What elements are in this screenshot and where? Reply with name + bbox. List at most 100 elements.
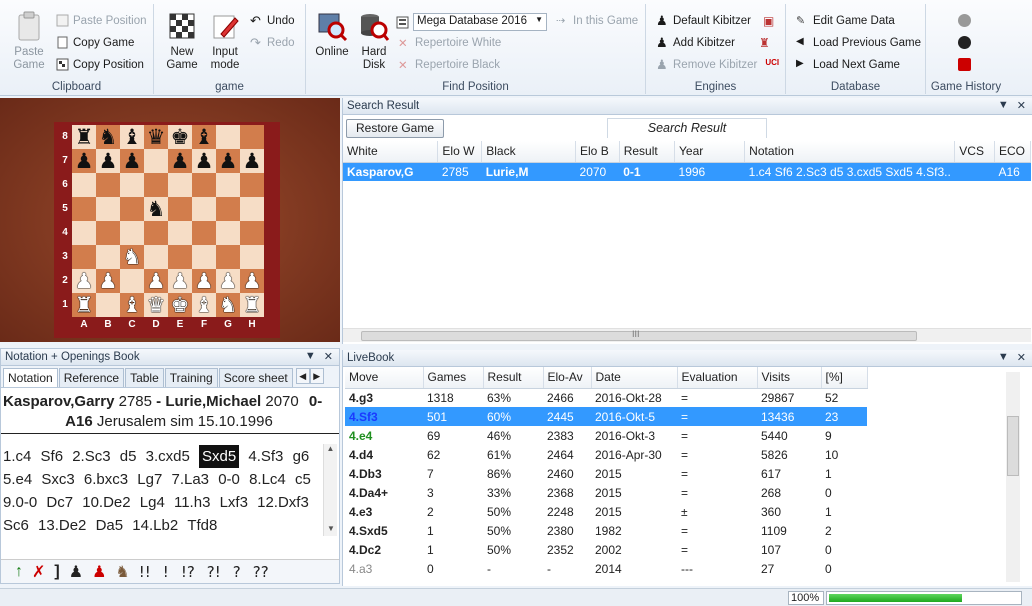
column-header-notation[interactable]: Notation	[744, 141, 956, 163]
close-icon[interactable]: ✕	[1017, 99, 1026, 112]
board-square-e3[interactable]	[168, 245, 192, 269]
black-queen-icon[interactable]: ♛	[147, 125, 166, 149]
black-pawn-icon[interactable]: ♟	[195, 149, 214, 173]
move[interactable]: 11.h3	[174, 491, 210, 514]
board-square-c5[interactable]	[120, 197, 144, 221]
board-square-d6[interactable]	[144, 173, 168, 197]
black-bishop-icon[interactable]: ♝	[195, 125, 214, 149]
default-kibitzer-button[interactable]: ♟ Default Kibitzer ▣	[656, 14, 776, 28]
black-rook-icon[interactable]: ♜	[75, 125, 94, 149]
scrollbar-thumb[interactable]: III	[361, 329, 917, 341]
move[interactable]: Lg4	[140, 491, 165, 514]
board-square-a2[interactable]: ♟	[72, 269, 96, 293]
board-square-a1[interactable]: ♜	[72, 293, 96, 317]
add-kibitzer-button[interactable]: ♟ Add Kibitzer ♜	[656, 36, 772, 50]
repertoire-white-button[interactable]: ✕ Repertoire White	[398, 36, 501, 51]
black-knight-icon[interactable]: ♞	[99, 125, 118, 149]
column-header-elo-w[interactable]: Elo W	[437, 141, 483, 163]
column-header-visits[interactable]: Visits	[757, 367, 822, 389]
load-previous-game-button[interactable]: ◀ Load Previous Game	[796, 36, 921, 49]
livebook-vertical-scrollbar[interactable]	[1006, 372, 1020, 582]
board-square-b6[interactable]	[96, 173, 120, 197]
board-square-h4[interactable]	[240, 221, 264, 245]
move[interactable]: 6.bxc3	[84, 468, 128, 491]
board-square-h8[interactable]	[240, 125, 264, 149]
annotation-symbol-button[interactable]: !?	[181, 563, 195, 581]
black-pawn-icon[interactable]: ♟	[171, 149, 190, 173]
red-pawn-icon[interactable]: ♟	[92, 562, 106, 582]
board-square-b8[interactable]: ♞	[96, 125, 120, 149]
board-square-a7[interactable]: ♟	[72, 149, 96, 173]
board-square-g5[interactable]	[216, 197, 240, 221]
board-square-d4[interactable]	[144, 221, 168, 245]
table-row[interactable]: 4.g3 1318 63% 2466 2016-Okt-28 = 29867 52	[345, 388, 867, 407]
white-queen-icon[interactable]: ♛	[147, 293, 166, 317]
board-square-f8[interactable]: ♝	[192, 125, 216, 149]
undo-button[interactable]: ↶ Undo	[250, 14, 295, 27]
column-header--[interactable]: [%]	[821, 367, 868, 389]
board-square-a8[interactable]: ♜	[72, 125, 96, 149]
column-header-games[interactable]: Games	[423, 367, 484, 389]
scrollbar-thumb[interactable]	[1007, 416, 1019, 476]
board-square-f7[interactable]: ♟	[192, 149, 216, 173]
annotation-symbol-button[interactable]: !!	[139, 563, 151, 581]
move[interactable]: Sf6	[41, 445, 64, 468]
black-bishop-icon[interactable]: ♝	[123, 125, 142, 149]
column-header-elo-av[interactable]: Elo-Av	[543, 367, 592, 389]
column-header-evaluation[interactable]: Evaluation	[677, 367, 758, 389]
move[interactable]: Da5	[96, 514, 124, 537]
board-square-c8[interactable]: ♝	[120, 125, 144, 149]
annotation-symbol-button[interactable]: ?	[233, 563, 241, 581]
board-square-h7[interactable]: ♟	[240, 149, 264, 173]
board-square-d7[interactable]	[144, 149, 168, 173]
board-square-f4[interactable]	[192, 221, 216, 245]
white-rook-icon[interactable]: ♜	[75, 293, 94, 317]
white-pawn-icon[interactable]: ♟	[171, 269, 190, 293]
white-rook-icon[interactable]: ♜	[243, 293, 262, 317]
move[interactable]: 9.0-0	[3, 491, 37, 514]
table-row[interactable]: 4.e4 69 46% 2383 2016-Okt-3 = 5440 9	[345, 426, 867, 445]
board-square-c3[interactable]: ♞	[120, 245, 144, 269]
board-square-d1[interactable]: ♛	[144, 293, 168, 317]
white-bishop-icon[interactable]: ♝	[195, 293, 214, 317]
hard-disk-search-button[interactable]: Hard Disk	[354, 10, 394, 72]
tab-table[interactable]: Table	[125, 368, 164, 387]
column-header-date[interactable]: Date	[591, 367, 678, 389]
panel-menu-icon[interactable]: ▼	[305, 350, 316, 363]
board-square-b4[interactable]	[96, 221, 120, 245]
white-pawn-icon[interactable]: ♟	[147, 269, 166, 293]
move[interactable]: d5	[120, 445, 137, 468]
board-square-g3[interactable]	[216, 245, 240, 269]
white-pawn-icon[interactable]: ♟	[75, 269, 94, 293]
history-back-button[interactable]	[958, 14, 971, 27]
move[interactable]: 14.Lb2	[132, 514, 178, 537]
board-square-a3[interactable]	[72, 245, 96, 269]
arrow-up-icon[interactable]: ↑	[15, 563, 23, 581]
board-square-a6[interactable]	[72, 173, 96, 197]
history-forward-button[interactable]	[958, 36, 971, 49]
board-square-e4[interactable]	[168, 221, 192, 245]
load-next-game-button[interactable]: ▶ Load Next Game	[796, 58, 900, 71]
white-pawn-icon[interactable]: ♟	[99, 269, 118, 293]
move[interactable]: Lxf3	[220, 491, 248, 514]
table-row[interactable]: 4.e3 2 50% 2248 2015 ±360 1	[345, 502, 867, 521]
move[interactable]: Dc7	[46, 491, 73, 514]
board-square-c7[interactable]: ♟	[120, 149, 144, 173]
chessboard[interactable]: ♜ ♞ ♝ ♛ ♚ ♝ ♟ ♟ ♟ ♟ ♟ ♟ ♟ ♞ ♞ ♟ ♟ ♟ ♟ ♟ ♟ ♟ ♜ ♝ ♛ ♚ ♝ ♞ ♜	[72, 125, 264, 317]
tab-training[interactable]: Training	[164, 368, 218, 387]
board-square-e7[interactable]: ♟	[168, 149, 192, 173]
board-square-d2[interactable]: ♟	[144, 269, 168, 293]
board-square-c4[interactable]	[120, 221, 144, 245]
board-square-f5[interactable]	[192, 197, 216, 221]
table-row[interactable]: 4.a3 0 - - 2014 --- 27 0	[345, 559, 867, 578]
move[interactable]: Sxd5	[198, 445, 240, 468]
board-square-e1[interactable]: ♚	[168, 293, 192, 317]
tab-score-sheet[interactable]: Score sheet	[218, 368, 293, 387]
white-pawn-icon[interactable]: ♟	[243, 269, 262, 293]
board-square-c2[interactable]	[120, 269, 144, 293]
board-square-h5[interactable]	[240, 197, 264, 221]
white-bishop-icon[interactable]: ♝	[123, 293, 142, 317]
new-game-button[interactable]: New Game	[162, 10, 202, 72]
move[interactable]: 7.La3	[171, 468, 209, 491]
edit-game-data-button[interactable]: ✎ Edit Game Data	[796, 14, 895, 28]
